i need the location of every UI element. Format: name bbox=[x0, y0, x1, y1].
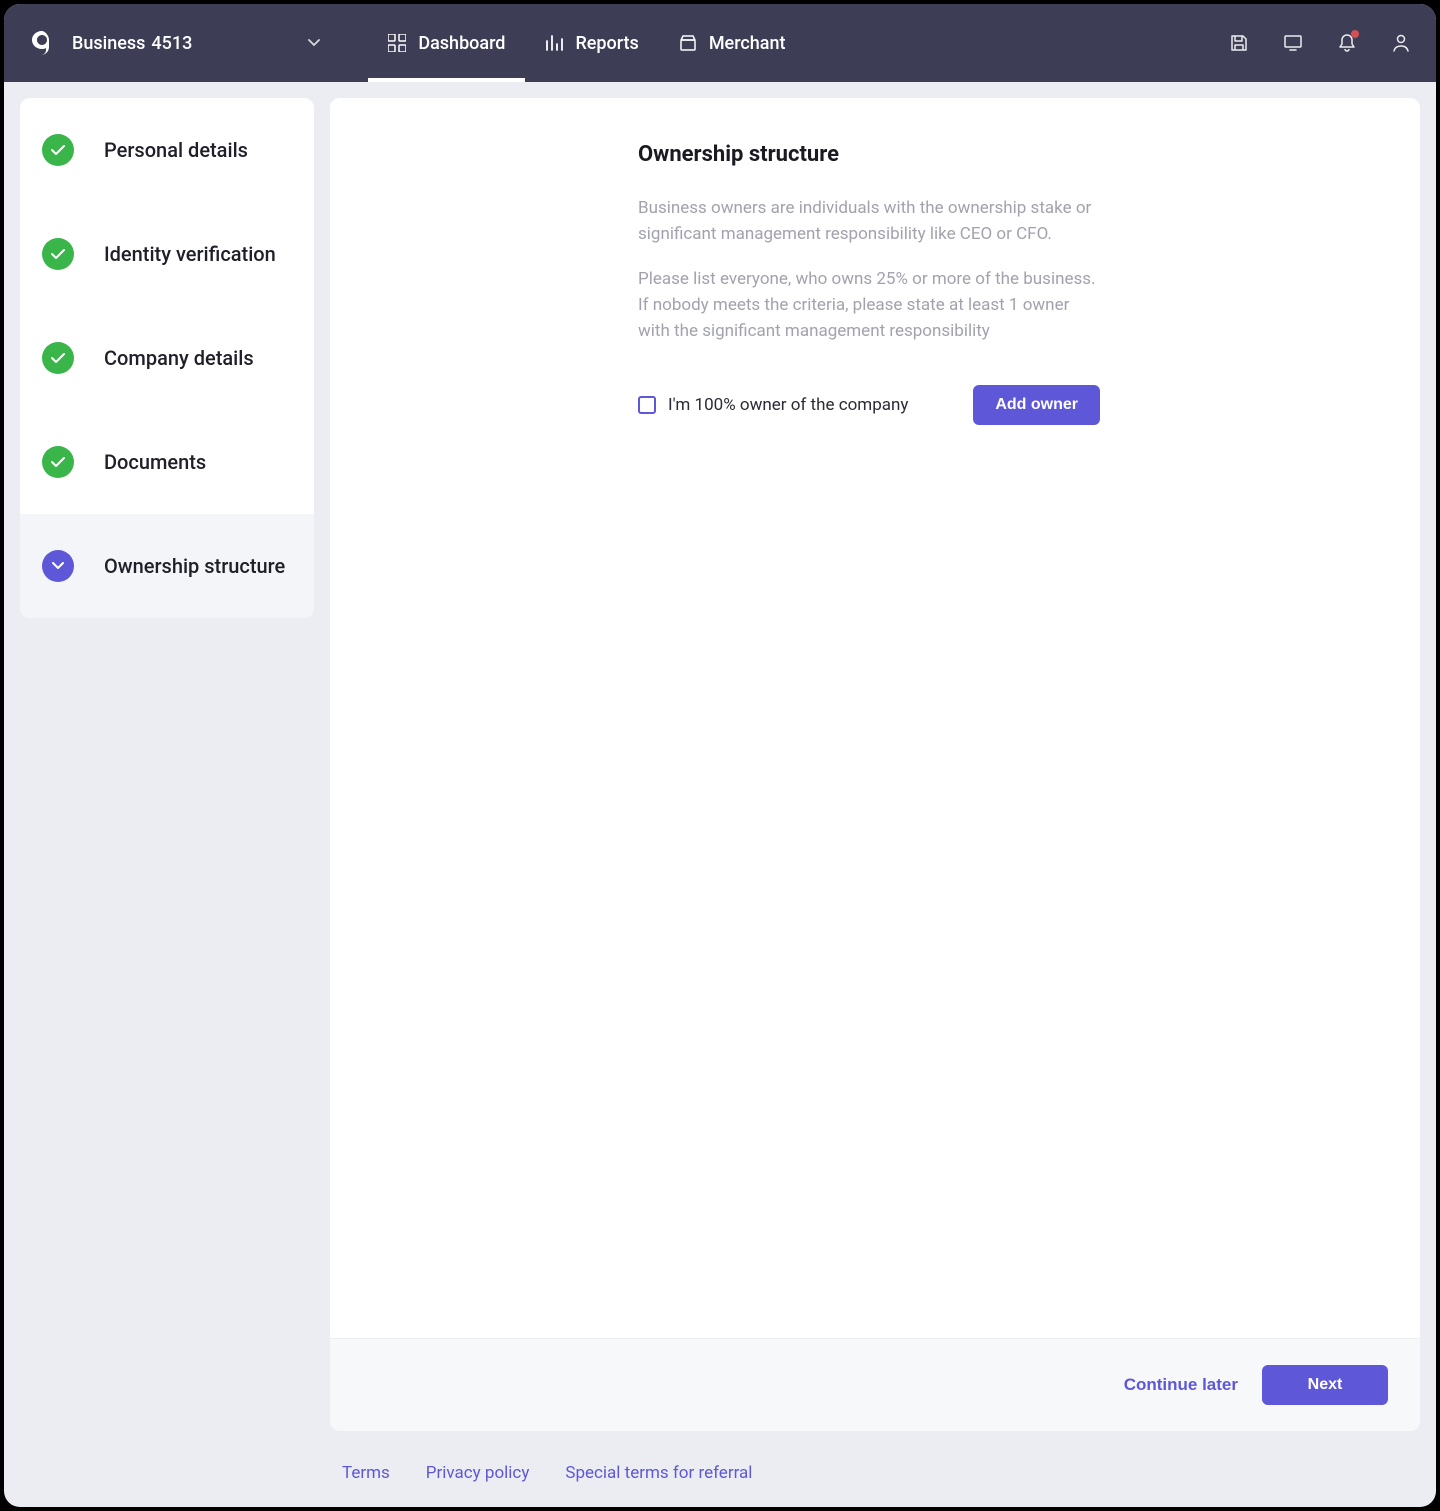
checkbox-label: I'm 100% owner of the company bbox=[668, 395, 908, 415]
step-company-details[interactable]: Company details bbox=[20, 306, 314, 410]
page-title: Ownership structure bbox=[638, 142, 1100, 167]
step-label: Identity verification bbox=[104, 241, 276, 268]
continue-later-button[interactable]: Continue later bbox=[1124, 1375, 1238, 1395]
step-identity-verification[interactable]: Identity verification bbox=[20, 202, 314, 306]
step-label: Personal details bbox=[104, 137, 248, 164]
add-owner-button[interactable]: Add owner bbox=[973, 385, 1100, 425]
check-icon bbox=[42, 238, 74, 270]
nav-dashboard[interactable]: Dashboard bbox=[368, 4, 525, 82]
check-icon bbox=[42, 446, 74, 478]
merchant-icon bbox=[679, 34, 697, 52]
footer-link-privacy[interactable]: Privacy policy bbox=[426, 1463, 530, 1483]
footer-link-terms[interactable]: Terms bbox=[342, 1463, 390, 1483]
owner-row: I'm 100% owner of the company Add owner bbox=[638, 385, 1100, 425]
display-icon[interactable] bbox=[1282, 32, 1304, 54]
nav-reports[interactable]: Reports bbox=[525, 4, 658, 82]
nav-reports-label: Reports bbox=[575, 33, 638, 54]
dashboard-icon bbox=[388, 34, 406, 52]
next-button[interactable]: Next bbox=[1262, 1365, 1388, 1405]
description-2: Please list everyone, who owns 25% or mo… bbox=[638, 266, 1100, 345]
app-window: Business 4513 Dashboard Reports bbox=[4, 4, 1436, 1507]
header-actions bbox=[1228, 32, 1412, 54]
save-icon[interactable] bbox=[1228, 32, 1250, 54]
header: Business 4513 Dashboard Reports bbox=[4, 4, 1436, 82]
step-label: Documents bbox=[104, 449, 206, 476]
page-footer: Terms Privacy policy Special terms for r… bbox=[4, 1447, 1436, 1507]
nav-merchant-label: Merchant bbox=[709, 33, 786, 54]
main-panel: Ownership structure Business owners are … bbox=[330, 98, 1420, 1431]
steps-sidebar: Personal details Identity verification C… bbox=[20, 98, 314, 618]
chevron-down-icon bbox=[42, 550, 74, 582]
business-label: Business bbox=[72, 33, 145, 54]
profile-icon[interactable] bbox=[1390, 32, 1412, 54]
nav-merchant[interactable]: Merchant bbox=[659, 4, 806, 82]
body: Personal details Identity verification C… bbox=[4, 82, 1436, 1447]
step-label: Company details bbox=[104, 345, 254, 372]
action-footer: Continue later Next bbox=[330, 1338, 1420, 1431]
logo-icon bbox=[32, 31, 52, 55]
description-1: Business owners are individuals with the… bbox=[638, 195, 1100, 248]
check-icon bbox=[42, 134, 74, 166]
notifications-icon[interactable] bbox=[1336, 32, 1358, 54]
nav-dashboard-label: Dashboard bbox=[418, 33, 505, 54]
content: Ownership structure Business owners are … bbox=[330, 98, 1420, 1338]
top-nav: Dashboard Reports Merchant bbox=[368, 4, 805, 82]
business-selector[interactable]: Business 4513 bbox=[72, 33, 320, 54]
checkbox-icon bbox=[638, 396, 656, 414]
step-documents[interactable]: Documents bbox=[20, 410, 314, 514]
check-icon bbox=[42, 342, 74, 374]
sole-owner-checkbox[interactable]: I'm 100% owner of the company bbox=[638, 395, 908, 415]
business-id: 4513 bbox=[151, 33, 192, 54]
chevron-down-icon bbox=[308, 39, 320, 47]
footer-link-referral[interactable]: Special terms for referral bbox=[565, 1463, 752, 1483]
notification-badge bbox=[1351, 30, 1359, 38]
step-ownership-structure[interactable]: Ownership structure bbox=[20, 514, 314, 618]
reports-icon bbox=[545, 34, 563, 52]
step-personal-details[interactable]: Personal details bbox=[20, 98, 314, 202]
step-label: Ownership structure bbox=[104, 553, 285, 580]
